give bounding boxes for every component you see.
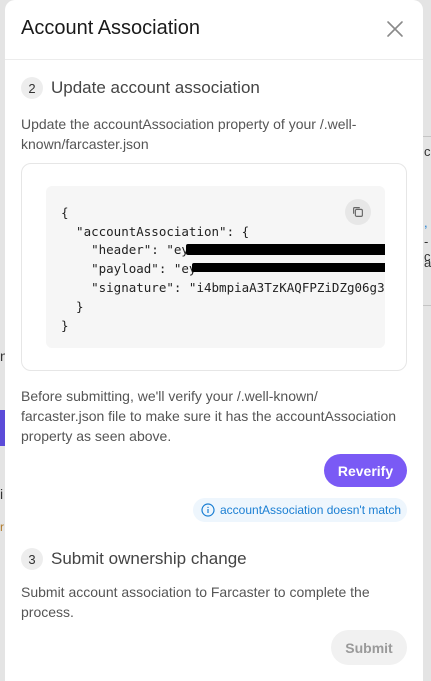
code-block: { "accountAssociation": { "header": "ey … bbox=[46, 186, 385, 348]
background-text-fragment: i bbox=[0, 486, 4, 502]
step-3-title: Submit ownership change bbox=[51, 549, 247, 568]
description-line: process. bbox=[21, 604, 74, 620]
code-line: "header": "ey bbox=[61, 242, 189, 257]
status-badge: accountAssociation doesn't match bbox=[193, 498, 407, 522]
note-line: Before submitting, we'll verify your /.w… bbox=[21, 388, 318, 404]
description-line: known/farcaster.json bbox=[21, 136, 149, 152]
reverify-button[interactable]: Reverify bbox=[324, 454, 407, 487]
copy-button[interactable] bbox=[345, 199, 371, 225]
submit-button[interactable]: Submit bbox=[331, 630, 407, 665]
modal-header: Account Association bbox=[5, 0, 423, 60]
step-3-section: 3 Submit ownership change bbox=[21, 548, 407, 570]
code-card: { "accountAssociation": { "header": "ey … bbox=[21, 163, 407, 371]
code-line: } bbox=[61, 318, 69, 333]
status-text: accountAssociation doesn't match bbox=[220, 503, 402, 517]
step-3-badge: 3 bbox=[21, 548, 43, 570]
code-line: "payload": "ey bbox=[61, 261, 197, 276]
close-button[interactable] bbox=[385, 19, 405, 39]
account-association-modal: Account Association 2 Update account ass… bbox=[5, 0, 423, 681]
step-2-section: 2 Update account association bbox=[21, 77, 407, 99]
background-text-fragment: r bbox=[0, 520, 4, 534]
background-divider bbox=[423, 136, 431, 137]
background-text-fragment: a bbox=[424, 255, 431, 270]
step-2-badge: 2 bbox=[21, 77, 43, 99]
verify-note: Before submitting, we'll verify your /.w… bbox=[21, 386, 407, 446]
redaction-mark bbox=[186, 244, 385, 255]
note-line: farcaster.json file to make sure it has … bbox=[21, 408, 397, 424]
description-line: Update the accountAssociation property o… bbox=[21, 116, 357, 132]
step-2-title: Update account association bbox=[51, 78, 260, 97]
background-text-fragment: , bbox=[424, 215, 428, 230]
code-line: } bbox=[61, 299, 84, 314]
code-line: "signature": "i4bmpiaA3TzKAQFPZiDZg06g3b… bbox=[61, 280, 385, 295]
close-icon bbox=[387, 21, 403, 37]
description-line: Submit account association to Farcaster … bbox=[21, 584, 370, 600]
background-text-fragment: c bbox=[424, 144, 431, 159]
modal-title: Account Association bbox=[21, 17, 200, 39]
code-line: "accountAssociation": { bbox=[61, 224, 250, 239]
step-3-description: Submit account association to Farcaster … bbox=[21, 582, 407, 622]
copy-icon bbox=[353, 207, 363, 217]
step-2-description: Update the accountAssociation property o… bbox=[21, 114, 407, 154]
note-line: property as seen above. bbox=[21, 428, 172, 444]
code-line: { bbox=[61, 205, 69, 220]
background-divider bbox=[423, 305, 431, 306]
redaction-mark bbox=[192, 263, 385, 272]
info-icon bbox=[201, 503, 215, 517]
